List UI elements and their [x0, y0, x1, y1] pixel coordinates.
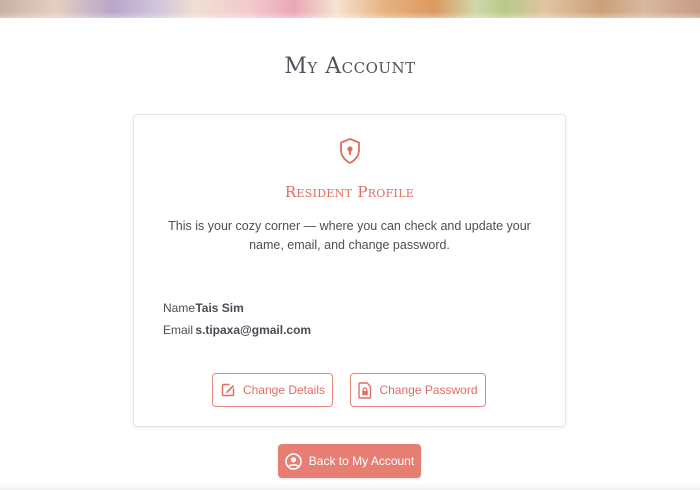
email-label: Email — [163, 323, 194, 337]
back-button-label: Back to My Account — [308, 454, 415, 468]
change-password-button[interactable]: Change Password — [350, 373, 486, 407]
lock-file-icon — [358, 381, 372, 399]
name-row: Name Tais Sim — [163, 301, 244, 315]
card-description: This is your cozy corner — where you can… — [168, 219, 531, 252]
change-details-button[interactable]: Change Details — [212, 373, 333, 407]
user-circle-icon — [285, 452, 302, 470]
email-value: s.tipaxa@gmail.com — [195, 323, 312, 337]
shield-keyhole-icon — [338, 137, 362, 165]
profile-card: Resident Profile This is your cozy corne… — [133, 114, 566, 427]
page-bottom-shadow — [0, 482, 700, 490]
email-row: Email s.tipaxa@gmail.com — [163, 323, 311, 337]
edit-icon — [220, 382, 236, 398]
name-value: Tais Sim — [195, 301, 244, 315]
card-title: Resident Profile — [284, 183, 415, 201]
hero-image-strip — [0, 0, 700, 18]
name-label: Name — [163, 301, 196, 315]
change-details-label: Change Details — [242, 383, 326, 397]
change-password-label: Change Password — [379, 383, 478, 397]
page-title: My Account — [284, 54, 416, 79]
back-to-account-button[interactable]: Back to My Account — [278, 444, 421, 478]
